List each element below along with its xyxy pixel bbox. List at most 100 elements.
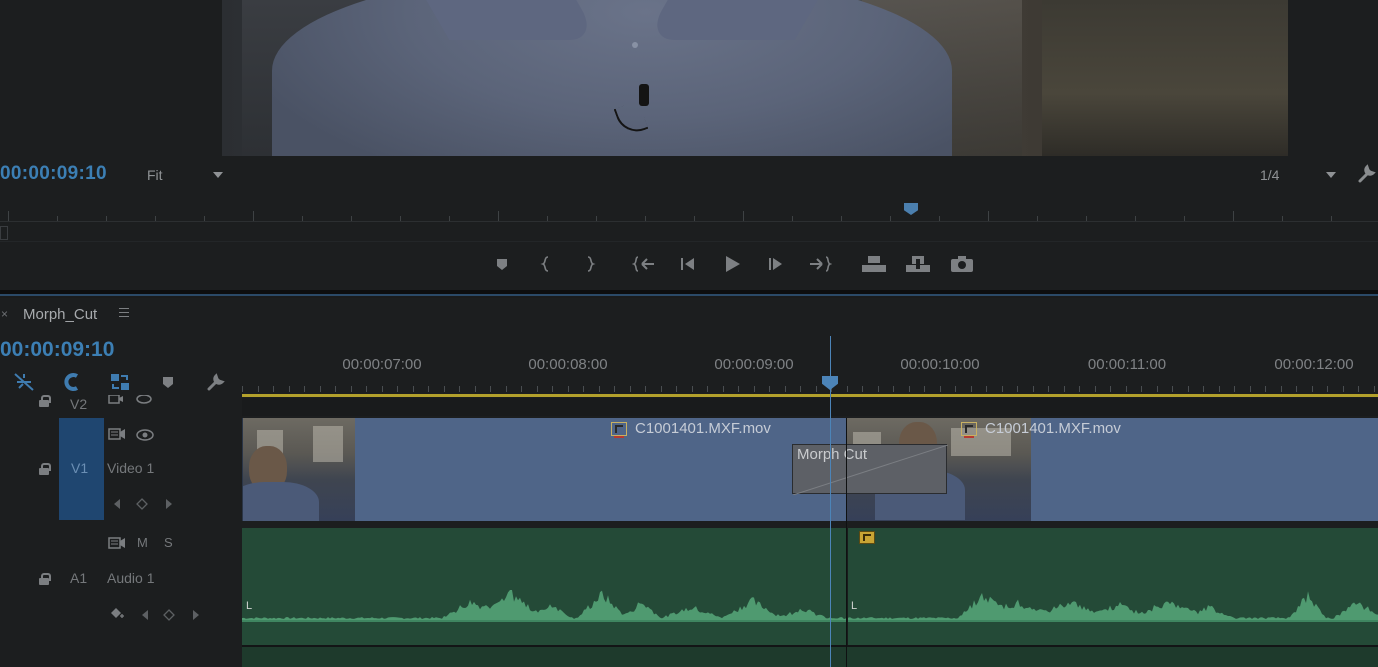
- zoom-level-select[interactable]: Fit: [137, 164, 227, 186]
- add-marker-button[interactable]: [480, 250, 524, 278]
- insert-icon: [862, 256, 886, 272]
- ruler-tick: [1219, 386, 1220, 392]
- ruler-tick: [366, 386, 367, 392]
- lock-icon[interactable]: [39, 395, 51, 407]
- add-marker-timeline-button[interactable]: [144, 370, 192, 394]
- solo-track-button[interactable]: S: [164, 535, 173, 550]
- ruler-tick: [351, 216, 352, 221]
- ruler-tick: [1126, 386, 1127, 392]
- prev-keyframe-icon[interactable]: [112, 497, 122, 515]
- next-keyframe-icon[interactable]: [164, 497, 174, 515]
- ruler-tick: [1033, 386, 1034, 392]
- nest-toggle-button[interactable]: [0, 370, 48, 394]
- play-button[interactable]: [710, 250, 754, 278]
- transition-label: Morph Cut: [797, 446, 868, 463]
- close-tab-icon[interactable]: ×: [1, 307, 8, 321]
- ruler-tick: [397, 386, 398, 392]
- prev-keyframe-icon[interactable]: [140, 608, 150, 626]
- eye-icon[interactable]: [136, 428, 154, 446]
- monitor-playhead-timecode[interactable]: 00:00:09:10: [0, 163, 107, 185]
- track-name-v1[interactable]: Video 1: [107, 460, 154, 476]
- ruler-tick: [800, 386, 801, 392]
- ruler-tick: [1157, 386, 1158, 392]
- track-header-v1: V1 Video 1: [0, 418, 240, 521]
- ruler-tick: [273, 386, 274, 392]
- monitor-zoom-scrollbar[interactable]: [0, 224, 1378, 242]
- ruler-tick: [400, 216, 401, 221]
- ruler-ticks: [242, 382, 1378, 392]
- track-lane-v2[interactable]: [242, 398, 1378, 416]
- export-frame-button[interactable]: [940, 250, 984, 278]
- ruler-label: 00:00:08:00: [528, 356, 608, 373]
- go-to-in-button[interactable]: [622, 250, 666, 278]
- step-back-button[interactable]: [666, 250, 710, 278]
- add-keyframe-icon[interactable]: [136, 497, 148, 515]
- monitor-time-ruler[interactable]: [0, 200, 1378, 222]
- lock-icon[interactable]: [39, 573, 51, 585]
- ruler-tick: [490, 386, 491, 392]
- add-keyframe-audio-icon[interactable]: [110, 607, 124, 626]
- linked-selection-button[interactable]: [96, 370, 144, 394]
- panel-divider[interactable]: [0, 290, 1378, 296]
- ruler-tick: [320, 386, 321, 392]
- audio-fx-badge-icon[interactable]: [859, 531, 875, 544]
- shirt-button: [632, 42, 638, 48]
- ruler-tick: [351, 386, 352, 392]
- track-name-a1[interactable]: Audio 1: [107, 570, 154, 586]
- toggle-sync-icon[interactable]: [108, 427, 126, 446]
- ruler-tick: [568, 386, 569, 392]
- mark-out-icon: [587, 256, 596, 272]
- timeline-time-ruler[interactable]: 00:00:07:00 00:00:08:00 00:00:09:00 00:0…: [242, 338, 1378, 396]
- insert-button[interactable]: [852, 250, 896, 278]
- panel-menu-icon[interactable]: [119, 308, 129, 318]
- ruler-tick: [335, 386, 336, 392]
- work-area-bar[interactable]: [242, 394, 1378, 397]
- fx-badge-icon: [961, 421, 977, 438]
- sequence-tab-title[interactable]: Morph_Cut: [23, 306, 97, 323]
- lock-icon[interactable]: [39, 463, 51, 475]
- ruler-tick: [1281, 386, 1282, 392]
- video-clip-1[interactable]: C1001401.MXF.mov: [242, 418, 846, 521]
- next-keyframe-icon[interactable]: [191, 608, 201, 626]
- wrench-icon: [207, 373, 225, 391]
- edit-point-line: [846, 418, 847, 667]
- add-keyframe-icon[interactable]: [163, 608, 175, 626]
- go-to-out-button[interactable]: [798, 250, 842, 278]
- monitor-settings-wrench-icon[interactable]: [1356, 162, 1378, 184]
- ruler-tick: [939, 216, 940, 221]
- morph-cut-transition[interactable]: Morph Cut: [792, 444, 948, 495]
- track-id-a1[interactable]: A1: [70, 570, 87, 586]
- ruler-tick: [676, 386, 677, 392]
- audio-clip-1[interactable]: [242, 528, 846, 645]
- track-id-v1[interactable]: V1: [71, 460, 88, 476]
- mark-in-icon: [540, 256, 549, 272]
- step-forward-icon: [769, 258, 782, 270]
- track-id-v2[interactable]: V2: [70, 396, 87, 412]
- timeline-settings-button[interactable]: [192, 370, 240, 394]
- step-forward-button[interactable]: [754, 250, 798, 278]
- playback-resolution-value: 1/4: [1260, 167, 1280, 183]
- toggle-sync-icon[interactable]: [108, 536, 126, 555]
- ruler-tick: [986, 386, 987, 392]
- eye-icon[interactable]: [136, 392, 152, 410]
- ruler-tick: [459, 386, 460, 392]
- mark-out-button[interactable]: [568, 250, 612, 278]
- ruler-tick: [1110, 386, 1111, 392]
- mark-in-button[interactable]: [524, 250, 568, 278]
- audio-clip-2[interactable]: [848, 528, 1378, 645]
- playback-resolution-select[interactable]: 1/4: [1252, 164, 1340, 186]
- ruler-tick: [204, 216, 205, 221]
- ruler-tick: [1086, 216, 1087, 221]
- ruler-tick: [847, 386, 848, 392]
- scrollbar-handle[interactable]: [0, 226, 8, 240]
- mute-track-button[interactable]: M: [137, 535, 148, 550]
- timeline-playhead-timecode[interactable]: 00:00:09:10: [0, 338, 114, 362]
- program-video-frame[interactable]: [222, 0, 1288, 156]
- ruler-tick: [537, 386, 538, 392]
- ruler-tick: [707, 386, 708, 392]
- toggle-sync-icon[interactable]: [108, 392, 124, 410]
- snap-button[interactable]: [48, 370, 96, 394]
- overwrite-button[interactable]: [896, 250, 940, 278]
- track-lane-a2[interactable]: [242, 647, 1378, 667]
- ruler-tick: [289, 386, 290, 392]
